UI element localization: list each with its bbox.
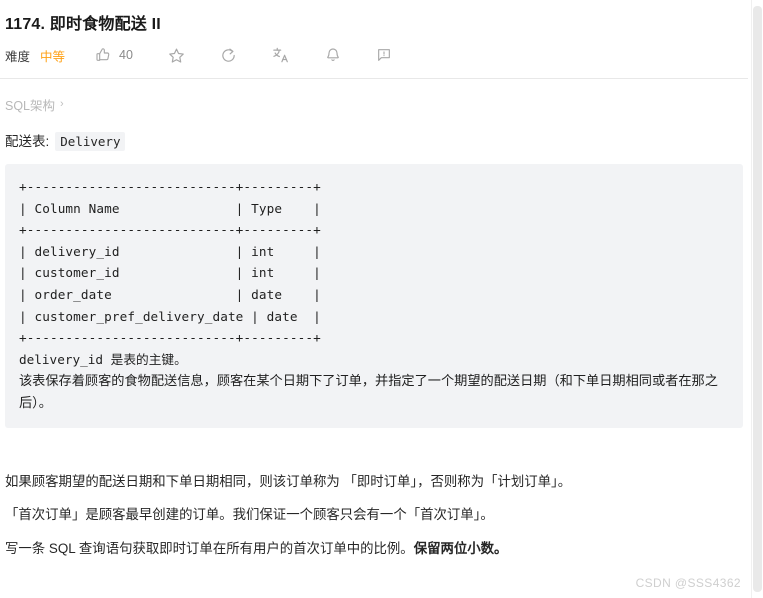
star-icon [168,47,185,64]
problem-paragraph-2: 「首次订单」是顾客最早创建的订单。我们保证一个顾客只会有一个「首次订单」。 [5,507,494,522]
bell-icon [325,47,341,63]
favorite-button[interactable] [168,47,185,64]
difficulty-label: 难度 [5,49,31,64]
table-caption: 配送表: Delivery [5,130,126,151]
watermark: CSDN @SSS4362 [635,576,741,590]
schema-code-block: +---------------------------+---------+ … [5,164,743,429]
difficulty-badge: 中等 [40,49,66,64]
problem-paragraph-3: 写一条 SQL 查询语句获取即时订单在所有用户的首次订单中的比例。保留两位小数。 [5,538,507,560]
ascii-schema-table: +---------------------------+---------+ … [19,179,321,346]
table-caption-label: 配送表: [5,134,50,149]
notification-button[interactable] [325,47,341,63]
action-icons: 40 [95,46,392,64]
report-button[interactable] [376,47,392,63]
problem-meta-toolbar: 难度 中等 40 [5,44,392,66]
translate-button[interactable] [272,46,290,64]
problem-task-text: 写一条 SQL 查询语句获取即时订单在所有用户的首次订单中的比例。 [5,541,414,556]
thumbs-up-icon [95,47,111,63]
share-icon [220,47,237,64]
header-divider [0,78,748,79]
page-title: 1174. 即时食物配送 II [5,16,161,33]
like-button[interactable]: 40 [95,47,133,63]
table-description: 该表保存着顾客的食物配送信息，顾客在某个日期下了订单，并指定了一个期望的配送日期… [19,373,718,411]
chevron-right-icon: › [60,98,64,110]
vertical-scrollbar[interactable] [751,0,763,598]
problem-page: 1174. 即时食物配送 II 难度 中等 40 SQL架构 › 配送表: De… [0,0,763,598]
table-name-code: Delivery [55,132,126,151]
translate-icon [272,46,290,64]
problem-task-emphasis: 保留两位小数。 [413,541,508,556]
report-icon [376,47,392,63]
like-count: 40 [119,48,133,62]
share-button[interactable] [220,47,237,64]
problem-paragraph-1: 如果顾客期望的配送日期和下单日期相同，则该订单称为 「即时订单」，否则称为「计划… [5,474,572,489]
sql-schema-toggle[interactable]: SQL架构 › [5,95,64,114]
sql-schema-label: SQL架构 [5,99,56,113]
scrollbar-thumb[interactable] [753,6,762,592]
primary-key-note: delivery_id 是表的主键。 [19,351,187,367]
